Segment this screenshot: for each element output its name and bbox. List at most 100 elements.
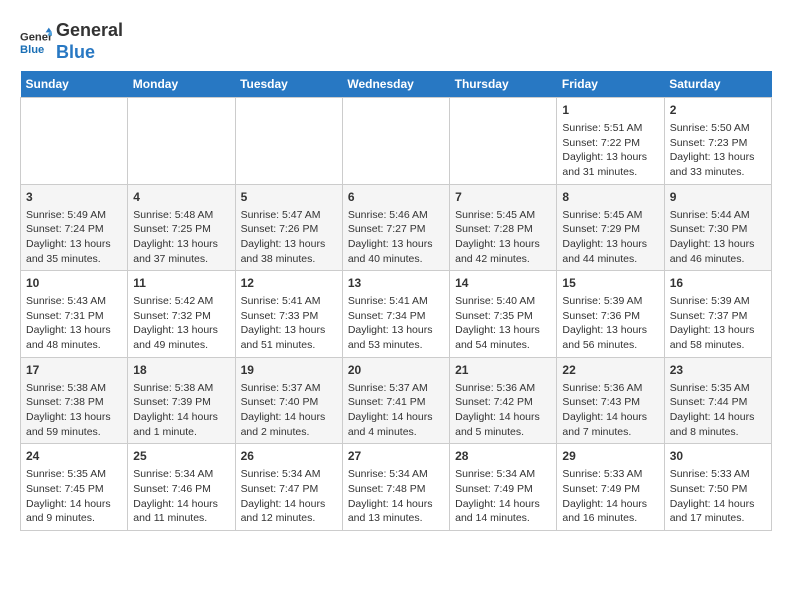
day-info: and 16 minutes. [562, 511, 658, 526]
day-number: 12 [241, 275, 337, 292]
calendar-cell: 23Sunrise: 5:35 AMSunset: 7:44 PMDayligh… [664, 357, 771, 444]
day-number: 5 [241, 189, 337, 206]
day-info: Sunrise: 5:36 AM [562, 381, 658, 396]
day-info: Sunrise: 5:40 AM [455, 294, 551, 309]
day-number: 21 [455, 362, 551, 379]
day-number: 20 [348, 362, 444, 379]
day-info: and 7 minutes. [562, 425, 658, 440]
day-info: and 58 minutes. [670, 338, 766, 353]
day-info: Sunrise: 5:39 AM [670, 294, 766, 309]
calendar-cell: 10Sunrise: 5:43 AMSunset: 7:31 PMDayligh… [21, 271, 128, 358]
day-info: Sunrise: 5:46 AM [348, 208, 444, 223]
day-info: and 44 minutes. [562, 252, 658, 267]
calendar-cell: 25Sunrise: 5:34 AMSunset: 7:46 PMDayligh… [128, 444, 235, 531]
calendar-week-3: 10Sunrise: 5:43 AMSunset: 7:31 PMDayligh… [21, 271, 772, 358]
day-number: 27 [348, 448, 444, 465]
calendar-cell: 13 Sunrise: 5:41 AMSunset: 7:34 PMDayligh… [342, 271, 449, 358]
day-info: Sunrise: 5:50 AM [670, 121, 766, 136]
day-info: Daylight: 13 hours [26, 323, 122, 338]
day-info: and 46 minutes. [670, 252, 766, 267]
calendar-cell: 20Sunrise: 5:37 AMSunset: 7:41 PMDayligh… [342, 357, 449, 444]
calendar-cell: 14Sunrise: 5:40 AMSunset: 7:35 PMDayligh… [450, 271, 557, 358]
day-info: Sunrise: 5:41 AM [241, 294, 337, 309]
day-info: Sunrise: 5:47 AM [241, 208, 337, 223]
day-info: Sunrise: 5:51 AM [562, 121, 658, 136]
day-info: Sunrise: 5:34 AM [455, 467, 551, 482]
day-number: 4 [133, 189, 229, 206]
day-number: 25 [133, 448, 229, 465]
calendar-week-5: 24Sunrise: 5:35 AMSunset: 7:45 PMDayligh… [21, 444, 772, 531]
day-info: Sunset: 7:27 PM [348, 222, 444, 237]
day-info: Daylight: 13 hours [348, 237, 444, 252]
calendar-cell: 12 Sunrise: 5:41 AMSunset: 7:33 PMDayligh… [235, 271, 342, 358]
calendar-week-1: 1Sunrise: 5:51 AMSunset: 7:22 PMDaylight… [21, 98, 772, 185]
day-number: 18 [133, 362, 229, 379]
day-info: and 48 minutes. [26, 338, 122, 353]
day-info: Sunset: 7:33 PM [241, 309, 337, 324]
day-number: 24 [26, 448, 122, 465]
day-info: Sunrise: 5:37 AM [241, 381, 337, 396]
day-info: and 51 minutes. [241, 338, 337, 353]
calendar-cell: 29Sunrise: 5:33 AMSunset: 7:49 PMDayligh… [557, 444, 664, 531]
day-info: Daylight: 13 hours [670, 323, 766, 338]
day-info: and 31 minutes. [562, 165, 658, 180]
day-info: Sunset: 7:32 PM [133, 309, 229, 324]
day-number: 1 [562, 102, 658, 119]
col-header-friday: Friday [557, 71, 664, 98]
day-info: Sunset: 7:34 PM [348, 309, 444, 324]
day-info: Daylight: 14 hours [241, 410, 337, 425]
day-info: Daylight: 14 hours [670, 497, 766, 512]
day-info: Daylight: 14 hours [133, 497, 229, 512]
day-info: and 2 minutes. [241, 425, 337, 440]
day-number: 19 [241, 362, 337, 379]
day-info: Sunset: 7:47 PM [241, 482, 337, 497]
day-info: Daylight: 14 hours [455, 497, 551, 512]
day-info: Sunset: 7:38 PM [26, 395, 122, 410]
day-info: Sunrise: 5:36 AM [455, 381, 551, 396]
day-info: Sunrise: 5:42 AM [133, 294, 229, 309]
day-info: Sunset: 7:42 PM [455, 395, 551, 410]
calendar-cell: 22Sunrise: 5:36 AMSunset: 7:43 PMDayligh… [557, 357, 664, 444]
col-header-monday: Monday [128, 71, 235, 98]
day-info: Sunset: 7:46 PM [133, 482, 229, 497]
calendar-cell: 16Sunrise: 5:39 AMSunset: 7:37 PMDayligh… [664, 271, 771, 358]
day-info: Sunrise: 5:41 AM [348, 294, 444, 309]
day-info: Sunset: 7:49 PM [455, 482, 551, 497]
calendar-cell: 17Sunrise: 5:38 AMSunset: 7:38 PMDayligh… [21, 357, 128, 444]
calendar-cell [235, 98, 342, 185]
day-info: Daylight: 13 hours [241, 323, 337, 338]
day-info: Daylight: 13 hours [455, 237, 551, 252]
day-info: Daylight: 13 hours [670, 237, 766, 252]
day-info: Sunset: 7:48 PM [348, 482, 444, 497]
day-info: Daylight: 13 hours [562, 237, 658, 252]
calendar-cell: 2Sunrise: 5:50 AMSunset: 7:23 PMDaylight… [664, 98, 771, 185]
day-number: 23 [670, 362, 766, 379]
day-info: Daylight: 13 hours [133, 323, 229, 338]
day-info: Sunrise: 5:49 AM [26, 208, 122, 223]
day-info: Sunrise: 5:34 AM [241, 467, 337, 482]
calendar-cell: 9Sunrise: 5:44 AMSunset: 7:30 PMDaylight… [664, 184, 771, 271]
day-info: Sunrise: 5:37 AM [348, 381, 444, 396]
day-info: Sunrise: 5:35 AM [26, 467, 122, 482]
calendar-cell: 19Sunrise: 5:37 AMSunset: 7:40 PMDayligh… [235, 357, 342, 444]
day-info: Sunrise: 5:38 AM [133, 381, 229, 396]
calendar-cell: 5Sunrise: 5:47 AMSunset: 7:26 PMDaylight… [235, 184, 342, 271]
calendar-cell: 7Sunrise: 5:45 AMSunset: 7:28 PMDaylight… [450, 184, 557, 271]
day-info: Sunrise: 5:34 AM [348, 467, 444, 482]
day-info: Sunrise: 5:45 AM [455, 208, 551, 223]
day-info: Daylight: 13 hours [26, 410, 122, 425]
day-info: Daylight: 13 hours [562, 150, 658, 165]
calendar-cell: 8Sunrise: 5:45 AMSunset: 7:29 PMDaylight… [557, 184, 664, 271]
col-header-wednesday: Wednesday [342, 71, 449, 98]
day-info: and 4 minutes. [348, 425, 444, 440]
calendar-cell [21, 98, 128, 185]
day-info: Daylight: 14 hours [348, 497, 444, 512]
calendar-cell: 28Sunrise: 5:34 AMSunset: 7:49 PMDayligh… [450, 444, 557, 531]
day-info: Daylight: 13 hours [348, 323, 444, 338]
day-info: and 54 minutes. [455, 338, 551, 353]
day-number: 13 [348, 275, 444, 292]
day-number: 2 [670, 102, 766, 119]
day-number: 26 [241, 448, 337, 465]
day-info: Sunset: 7:37 PM [670, 309, 766, 324]
day-info: and 13 minutes. [348, 511, 444, 526]
